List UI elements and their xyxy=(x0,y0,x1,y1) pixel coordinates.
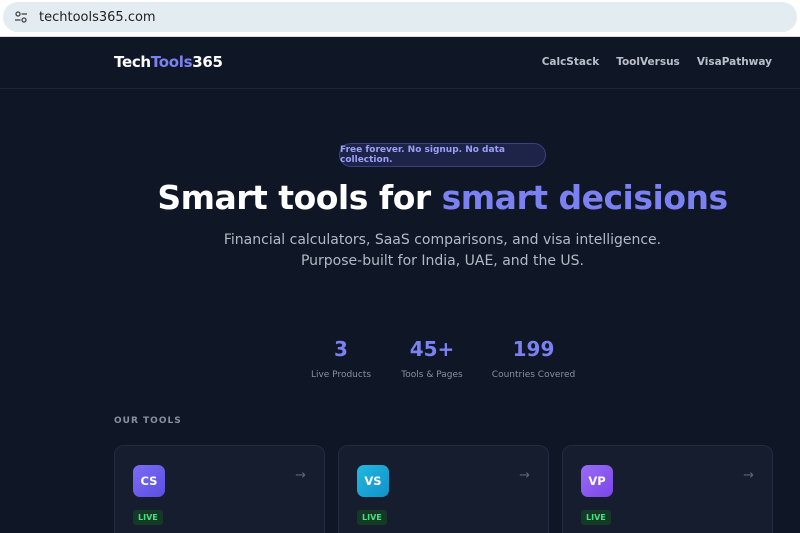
address-bar[interactable]: techtools365.com xyxy=(3,2,797,32)
headline-accent: smart decisions xyxy=(441,178,728,217)
stat-value: 3 xyxy=(334,337,348,361)
stat-label: Tools & Pages xyxy=(401,370,463,380)
stat-value: 45+ xyxy=(409,337,455,361)
status-badge: LIVE xyxy=(581,510,611,525)
calcstack-logo-icon: CS xyxy=(133,465,165,497)
hero-badge: Free forever. No signup. No data collect… xyxy=(339,143,546,167)
arrow-right-icon: → xyxy=(519,468,530,483)
stat-value: 199 xyxy=(512,337,555,361)
subtitle-line-1: Financial calculators, SaaS comparisons,… xyxy=(223,232,662,248)
browser-toolbar: techtools365.com xyxy=(0,0,800,37)
nav-link-toolversus[interactable]: ToolVersus xyxy=(616,56,680,68)
logo[interactable]: TechTools365 xyxy=(114,53,223,71)
nav-link-visapathway[interactable]: VisaPathway xyxy=(697,56,772,68)
arrow-right-icon: → xyxy=(743,468,754,483)
nav-link-calcstack[interactable]: CalcStack xyxy=(542,56,600,68)
stat-tools-pages: 45+ Tools & Pages xyxy=(392,337,472,380)
status-badge: LIVE xyxy=(357,510,387,525)
stat-countries-covered: 199 Countries Covered xyxy=(485,337,582,380)
url-text[interactable]: techtools365.com xyxy=(39,10,156,25)
tool-card-calcstack[interactable]: CS → LIVE xyxy=(114,445,325,533)
section-label-our-tools: OUR TOOLS xyxy=(114,416,182,426)
arrow-right-icon: → xyxy=(295,468,306,483)
stat-label: Live Products xyxy=(310,370,372,380)
main-nav: CalcStack ToolVersus VisaPathway xyxy=(542,56,772,68)
site-header: TechTools365 CalcStack ToolVersus VisaPa… xyxy=(0,37,800,89)
tool-card-toolversus[interactable]: VS → LIVE xyxy=(338,445,549,533)
subtitle-line-2: Purpose-built for India, UAE, and the US… xyxy=(300,253,585,269)
hero-headline: Smart tools for smart decisions xyxy=(0,178,800,217)
logo-part-365: 365 xyxy=(192,53,223,71)
stat-label: Countries Covered xyxy=(491,370,576,380)
hero-subtitle: Financial calculators, SaaS comparisons,… xyxy=(0,230,800,272)
logo-part-tech: Tech xyxy=(114,53,151,71)
headline-plain: Smart tools for xyxy=(157,178,442,217)
status-badge: LIVE xyxy=(133,510,163,525)
logo-part-tools: Tools xyxy=(150,53,193,71)
tool-card-visapathway[interactable]: VP → LIVE xyxy=(562,445,773,533)
toolversus-logo-icon: VS xyxy=(357,465,389,497)
stat-live-products: 3 Live Products xyxy=(300,337,382,380)
visapathway-logo-icon: VP xyxy=(581,465,613,497)
site-info-icon[interactable] xyxy=(8,4,34,30)
